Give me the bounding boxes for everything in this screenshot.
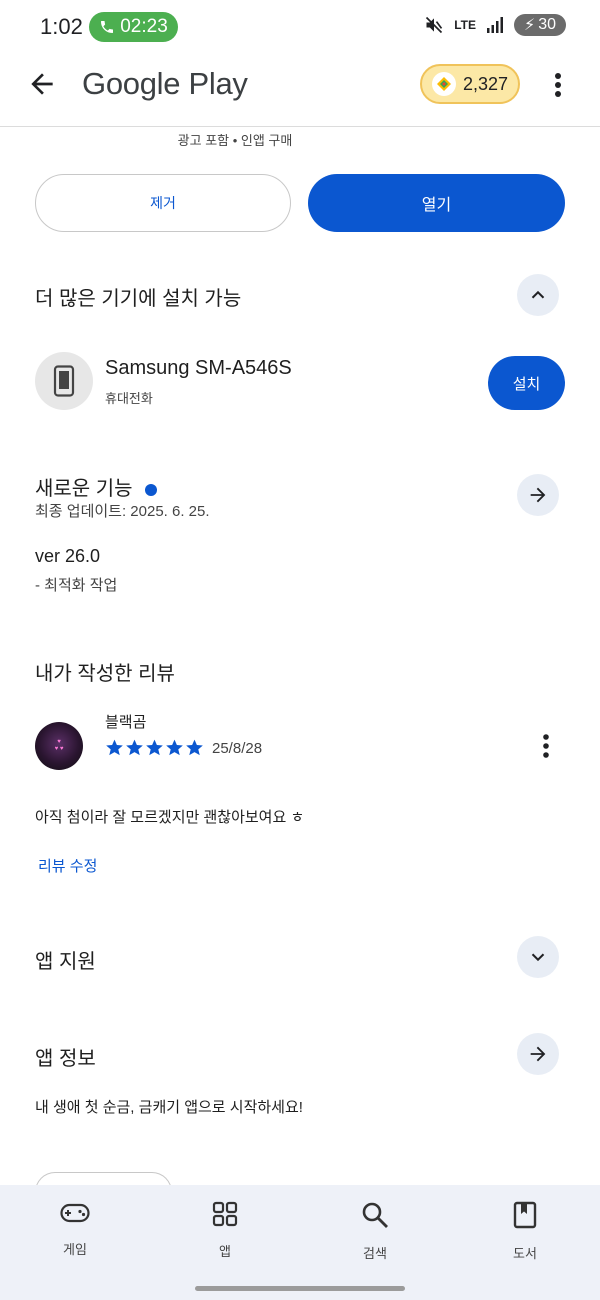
review-text: 아직 첨이라 잘 모르겠지만 괜찮아보여요 ㅎ: [35, 809, 305, 826]
chevron-up-icon: [531, 290, 545, 299]
avatar-neon-art: ♥︎ ♥︎ ♥︎: [54, 739, 64, 752]
edit-review-link[interactable]: 리뷰 수정: [38, 855, 97, 876]
last-update-text: 최종 업데이트: 2025. 6. 25.: [35, 503, 210, 520]
call-timer: 02:23: [120, 16, 168, 37]
reviewer-name: 블랙곰: [105, 714, 147, 731]
device-name: Samsung SM-A546S: [105, 357, 292, 379]
app-info-title: 앱 정보: [35, 1048, 96, 1070]
star-icon: [186, 739, 203, 756]
battery-bolt-icon: ⚡: [523, 17, 536, 34]
star-icon: [106, 739, 123, 756]
mute-icon: [426, 16, 443, 34]
gamepad-icon: [60, 1203, 90, 1223]
app-info-description: 내 생애 첫 순금, 금캐기 앱으로 시작하세요!: [35, 1099, 303, 1116]
nav-label: 앱: [219, 1244, 231, 1259]
battery-indicator: ⚡ 30: [513, 14, 566, 36]
whats-new-arrow-button[interactable]: [517, 474, 559, 516]
points-value: 2,327: [462, 73, 509, 94]
star-icon: [166, 739, 183, 756]
play-points-badge[interactable]: 2,327: [420, 64, 520, 104]
open-button[interactable]: 열기: [308, 174, 565, 232]
nav-books[interactable]: 도서: [480, 1201, 570, 1262]
star-icon: [126, 739, 143, 756]
new-indicator-dot: [144, 483, 157, 496]
device-type: 휴대전화: [105, 391, 153, 406]
book-icon: [513, 1201, 537, 1229]
more-options-button[interactable]: [548, 70, 568, 100]
collapse-devices-button[interactable]: [517, 274, 559, 316]
whats-new-label: 새로운 기능: [35, 478, 133, 500]
signal-icon: [486, 17, 503, 33]
nav-label: 게임: [63, 1242, 87, 1257]
version-text: ver 26.0: [35, 546, 101, 566]
nav-label: 도서: [513, 1246, 537, 1261]
network-label: LTE: [454, 18, 476, 32]
arrow-forward-icon: [530, 487, 546, 503]
devices-section-title: 더 많은 기기에 설치 가능: [35, 288, 242, 310]
arrow-forward-icon: [530, 1046, 546, 1062]
app-support-title: 앱 지원: [35, 951, 96, 973]
reviewer-avatar: ♥︎ ♥︎ ♥︎: [35, 722, 83, 770]
status-icons: LTE ⚡ 30: [424, 14, 566, 36]
nav-label: 검색: [363, 1246, 387, 1261]
brand-title: Google Play: [82, 66, 248, 101]
nav-games[interactable]: 게임: [30, 1201, 120, 1258]
device-avatar: [35, 352, 93, 410]
review-date: 25/8/28: [212, 740, 263, 757]
phone-icon: [101, 21, 114, 33]
nav-search[interactable]: 검색: [330, 1201, 420, 1262]
update-note: - 최적화 작업: [35, 577, 118, 594]
status-time: 1:02: [40, 14, 83, 39]
arrow-back-icon: [31, 73, 53, 95]
apps-grid-icon: [212, 1201, 238, 1227]
my-review-title: 내가 작성한 리뷰: [35, 663, 175, 685]
install-on-device-button[interactable]: 설치: [488, 356, 565, 410]
review-star-rating: [105, 738, 204, 757]
remove-button[interactable]: 제거: [35, 174, 291, 232]
home-gesture-bar[interactable]: [195, 1286, 405, 1291]
expand-app-support-button[interactable]: [517, 936, 559, 978]
more-vert-icon: [555, 73, 561, 97]
header-divider: [0, 126, 600, 127]
back-button[interactable]: [26, 68, 58, 100]
smartphone-icon: [53, 365, 75, 397]
review-more-button[interactable]: [536, 732, 556, 762]
more-vert-icon: [543, 734, 549, 758]
nav-apps[interactable]: 앱: [180, 1201, 270, 1260]
ad-inapp-note: 광고 포함 • 인앱 구매: [177, 133, 293, 148]
play-points-icon: [431, 72, 456, 96]
app-info-arrow-button[interactable]: [517, 1033, 559, 1075]
whats-new-title: 새로운 기능: [35, 472, 157, 501]
star-icon: [146, 739, 163, 756]
chevron-down-icon: [531, 953, 545, 962]
call-timer-pill[interactable]: 02:23: [89, 12, 178, 42]
search-icon: [362, 1202, 388, 1228]
bottom-navigation: 게임 앱 검색 도서: [0, 1185, 600, 1300]
battery-level: 30: [538, 16, 556, 33]
